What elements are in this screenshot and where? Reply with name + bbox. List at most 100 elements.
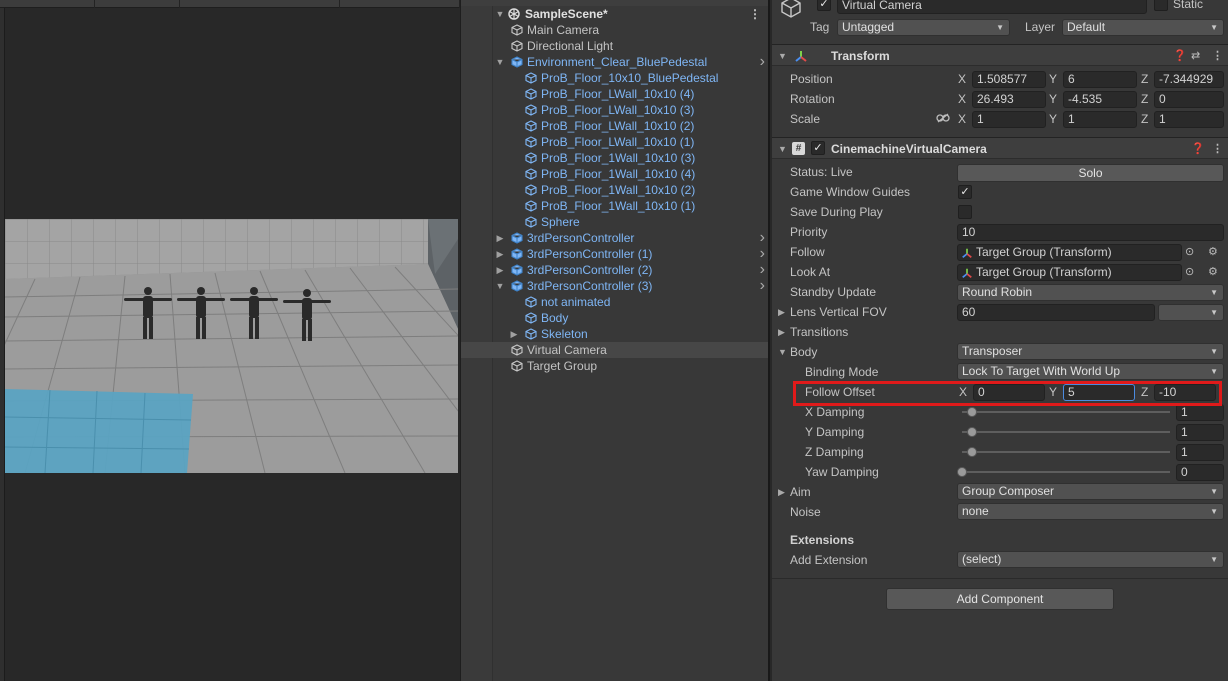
game-viewport[interactable] (5, 219, 458, 473)
yaw-damping-field[interactable]: 0 (1176, 464, 1224, 481)
hierarchy-item[interactable]: ▶ Skeleton (461, 326, 768, 342)
component-menu-icon[interactable]: ⋮ (1212, 140, 1223, 158)
lens-fov-field[interactable]: 60 (957, 304, 1155, 321)
hierarchy-item[interactable]: ProB_Floor_LWall_10x10 (1) (461, 134, 768, 150)
x-damping-slider-thumb[interactable] (967, 407, 978, 417)
prefab-open-chevron-icon[interactable]: › (760, 262, 765, 278)
foldout-open-icon[interactable]: ▼ (778, 47, 787, 65)
foldout-closed-icon[interactable]: ▶ (509, 326, 519, 342)
prefab-open-chevron-icon[interactable]: › (760, 278, 765, 294)
foldout-open-icon[interactable]: ▼ (778, 343, 787, 361)
hierarchy-item[interactable]: ▶ 3rdPersonController (2) › (461, 262, 768, 278)
hierarchy-item[interactable]: ▶ 3rdPersonController › (461, 230, 768, 246)
toolbar-segment[interactable] (340, 0, 460, 8)
object-name-field[interactable]: Virtual Camera (837, 0, 1147, 14)
hierarchy-item[interactable]: ProB_Floor_1Wall_10x10 (1) (461, 198, 768, 214)
hierarchy-item[interactable]: ▼ Environment_Clear_BluePedestal › (461, 54, 768, 70)
add-component-button[interactable]: Add Component (886, 588, 1114, 610)
scene-menu-icon[interactable]: ⋮ (749, 6, 761, 22)
scale-x-field[interactable]: 1 (972, 111, 1046, 128)
follow-object-field[interactable]: Target Group (Transform) (957, 244, 1182, 261)
hierarchy-item[interactable]: ProB_Floor_LWall_10x10 (2) (461, 118, 768, 134)
yaw-damping-slider-track[interactable] (962, 471, 1170, 473)
hierarchy-item[interactable]: Virtual Camera (461, 342, 768, 358)
prefab-open-chevron-icon[interactable]: › (760, 230, 765, 246)
hierarchy-item[interactable]: ProB_Floor_LWall_10x10 (4) (461, 86, 768, 102)
transform-header[interactable]: ▼ Transform ❓ ⇄ ⋮ (772, 44, 1228, 66)
z-damping-slider-track[interactable] (962, 451, 1170, 453)
hierarchy-item[interactable]: not animated (461, 294, 768, 310)
look-at-object-field[interactable]: Target Group (Transform) (957, 264, 1182, 281)
component-menu-icon[interactable]: ⋮ (1212, 47, 1223, 65)
foldout-open-icon[interactable]: ▼ (495, 54, 505, 70)
preset-sliders-icon[interactable]: ⇄ (1191, 47, 1200, 65)
rotation-z-field[interactable]: 0 (1154, 91, 1224, 108)
hierarchy-item[interactable]: ▼ 3rdPersonController (3) › (461, 278, 768, 294)
z-damping-field[interactable]: 1 (1176, 444, 1224, 461)
constrain-proportions-link-icon[interactable] (936, 113, 950, 123)
help-icon[interactable]: ❓ (1173, 47, 1187, 65)
foldout-closed-icon[interactable]: ▶ (495, 262, 505, 278)
body-dropdown[interactable]: Transposer ▼ (957, 343, 1224, 360)
help-icon[interactable]: ❓ (1191, 140, 1205, 158)
rotation-x-field[interactable]: 26.493 (972, 91, 1046, 108)
prefab-open-chevron-icon[interactable]: › (760, 246, 765, 262)
standby-update-dropdown[interactable]: Round Robin ▼ (957, 284, 1224, 301)
object-picker-icon[interactable]: ⊙ (1185, 243, 1194, 261)
position-z-field[interactable]: -7.344929 (1154, 71, 1224, 88)
solo-button[interactable]: Solo (957, 164, 1224, 182)
foldout-closed-icon[interactable]: ▶ (778, 323, 785, 341)
vcam-enabled-checkbox[interactable]: ✓ (811, 141, 825, 155)
hierarchy-item[interactable]: Sphere (461, 214, 768, 230)
foldout-closed-icon[interactable]: ▶ (778, 303, 785, 321)
tag-dropdown[interactable]: Untagged ▼ (837, 19, 1010, 36)
aim-dropdown[interactable]: Group Composer ▼ (957, 483, 1224, 500)
toolbar-segment[interactable] (180, 0, 340, 8)
layer-dropdown[interactable]: Default ▼ (1062, 19, 1224, 36)
hierarchy-item[interactable]: Target Group (461, 358, 768, 374)
position-x-field[interactable]: 1.508577 (972, 71, 1046, 88)
settings-gear-icon[interactable]: ⚙ (1208, 263, 1218, 281)
object-picker-icon[interactable]: ⊙ (1185, 263, 1194, 281)
hierarchy-item[interactable]: ProB_Floor_LWall_10x10 (3) (461, 102, 768, 118)
priority-field[interactable]: 10 (957, 224, 1224, 241)
hierarchy-item[interactable]: Main Camera (461, 22, 768, 38)
y-damping-field[interactable]: 1 (1176, 424, 1224, 441)
hierarchy-item[interactable]: ProB_Floor_10x10_BluePedestal (461, 70, 768, 86)
foldout-closed-icon[interactable]: ▶ (778, 483, 785, 501)
foldout-open-icon[interactable]: ▼ (778, 140, 787, 158)
hierarchy-item[interactable]: ▶ 3rdPersonController (1) › (461, 246, 768, 262)
active-checkbox[interactable]: ✓ (817, 0, 831, 11)
binding-mode-dropdown[interactable]: Lock To Target With World Up ▼ (957, 363, 1224, 380)
foldout-open-icon[interactable]: ▼ (495, 6, 505, 22)
vcam-header[interactable]: ▼ # ✓ CinemachineVirtualCamera ❓ ⋮ (772, 137, 1228, 159)
hierarchy-item[interactable]: Body (461, 310, 768, 326)
toolbar-segment[interactable] (95, 0, 180, 8)
game-window-guides-checkbox[interactable]: ✓ (958, 185, 972, 199)
hierarchy-item[interactable]: ProB_Floor_1Wall_10x10 (4) (461, 166, 768, 182)
hierarchy-scene-row[interactable]: ▼ SampleScene* ⋮ (461, 6, 768, 22)
save-during-play-checkbox[interactable] (958, 205, 972, 219)
yaw-damping-slider-thumb[interactable] (957, 467, 967, 477)
toolbar-segment[interactable] (0, 0, 95, 8)
z-damping-slider-thumb[interactable] (967, 447, 978, 457)
lens-preset-dropdown[interactable]: ▼ (1158, 304, 1224, 321)
add-extension-dropdown[interactable]: (select) ▼ (957, 551, 1224, 568)
rotation-y-field[interactable]: -4.535 (1063, 91, 1137, 108)
noise-dropdown[interactable]: none ▼ (957, 503, 1224, 520)
position-y-field[interactable]: 6 (1063, 71, 1137, 88)
x-damping-slider-track[interactable] (962, 411, 1170, 413)
y-damping-slider-track[interactable] (962, 431, 1170, 433)
foldout-closed-icon[interactable]: ▶ (495, 230, 505, 246)
scale-z-field[interactable]: 1 (1154, 111, 1224, 128)
prefab-open-chevron-icon[interactable]: › (760, 54, 765, 70)
settings-gear-icon[interactable]: ⚙ (1208, 243, 1218, 261)
hierarchy-item[interactable]: Directional Light (461, 38, 768, 54)
foldout-open-icon[interactable]: ▼ (495, 278, 505, 294)
x-damping-field[interactable]: 1 (1176, 404, 1224, 421)
hierarchy-item[interactable]: ProB_Floor_1Wall_10x10 (3) (461, 150, 768, 166)
hierarchy-item[interactable]: ProB_Floor_1Wall_10x10 (2) (461, 182, 768, 198)
static-checkbox[interactable] (1154, 0, 1168, 11)
y-damping-slider-thumb[interactable] (967, 427, 978, 437)
foldout-closed-icon[interactable]: ▶ (495, 246, 505, 262)
